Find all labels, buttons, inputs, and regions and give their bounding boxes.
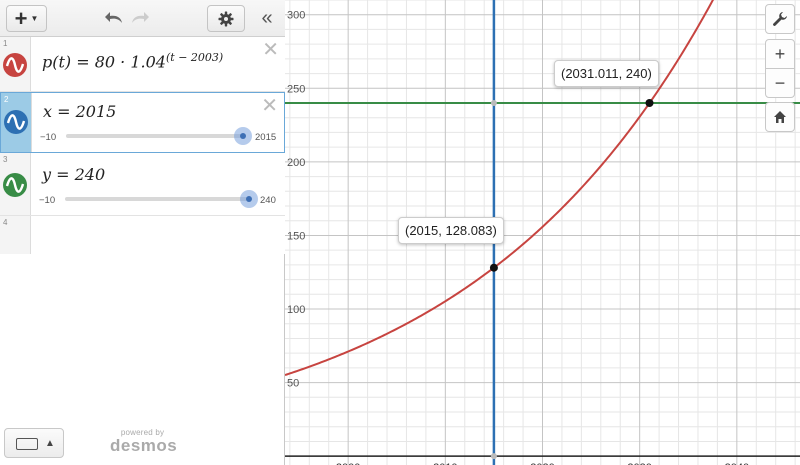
expression-row-3[interactable]: 3 y = 240 −10 240 bbox=[0, 153, 285, 216]
zoom-out-button[interactable]: − bbox=[765, 68, 795, 98]
expression-panel: + ▼ « 1 p(t) = 80 · 1.04(t − 2003) ✕ 2 x… bbox=[0, 0, 285, 465]
default-viewport-button[interactable] bbox=[765, 102, 795, 132]
home-icon bbox=[774, 111, 786, 123]
add-item-button[interactable]: + ▼ bbox=[6, 5, 47, 32]
y-tick-label: 200 bbox=[287, 157, 305, 169]
curve-color-icon[interactable] bbox=[3, 53, 27, 77]
formula-base: p(t) = 80 · 1.04 bbox=[42, 52, 166, 72]
line-color-icon[interactable] bbox=[3, 173, 27, 197]
panel-toolbar: + ▼ « bbox=[0, 0, 285, 37]
point-label-intersection-2[interactable]: (2031.011, 240) bbox=[554, 60, 659, 87]
plus-icon: + bbox=[14, 5, 28, 31]
delete-expression-icon[interactable]: ✕ bbox=[262, 40, 279, 60]
expression-row-2[interactable]: 2 x = 2015 ✕ −10 2015 bbox=[0, 92, 285, 153]
settings-button[interactable] bbox=[207, 5, 245, 32]
expression-index: 3 bbox=[3, 155, 8, 164]
expression-index: 1 bbox=[3, 39, 8, 48]
caret-up-icon: ▲ bbox=[45, 438, 55, 449]
expression-row-4[interactable]: 4 bbox=[0, 216, 285, 254]
slider-max[interactable]: 2015 bbox=[255, 132, 276, 143]
expression-formula[interactable]: x = 2015 bbox=[43, 102, 116, 121]
expression-formula[interactable]: y = 240 bbox=[42, 165, 105, 184]
slider-min[interactable]: −10 bbox=[39, 195, 55, 206]
expression-formula[interactable]: p(t) = 80 · 1.04(t − 2003) bbox=[42, 51, 223, 71]
expression-index: 2 bbox=[4, 95, 9, 104]
y-tick-label: 250 bbox=[287, 83, 305, 95]
undo-icon[interactable] bbox=[104, 9, 126, 27]
keypad-toggle-button[interactable]: ▲ bbox=[4, 428, 64, 458]
zoom-in-button[interactable]: + bbox=[765, 39, 795, 69]
expression-row-1[interactable]: 1 p(t) = 80 · 1.04(t − 2003) ✕ bbox=[0, 37, 285, 92]
desmos-logo: desmos bbox=[110, 436, 178, 455]
slider-track[interactable] bbox=[66, 134, 244, 138]
intersection-point[interactable] bbox=[645, 99, 654, 108]
major-grid bbox=[285, 0, 800, 465]
axis-crossing-dot bbox=[490, 453, 497, 460]
line-color-icon[interactable] bbox=[4, 110, 28, 134]
y-tick-label: 150 bbox=[287, 230, 305, 242]
keyboard-icon bbox=[16, 438, 38, 450]
slider-track[interactable] bbox=[65, 197, 250, 201]
caret-down-icon: ▼ bbox=[30, 14, 39, 23]
graph-settings-button[interactable] bbox=[765, 4, 795, 34]
y-tick-label: 50 bbox=[287, 378, 299, 390]
slider-max[interactable]: 240 bbox=[260, 195, 276, 206]
y-tick-label: 100 bbox=[287, 304, 305, 316]
point-label-intersection-1[interactable]: (2015, 128.083) bbox=[398, 217, 504, 244]
y-tick-label: 300 bbox=[287, 10, 305, 22]
delete-expression-icon[interactable]: ✕ bbox=[261, 96, 278, 116]
intersection-point[interactable] bbox=[489, 263, 498, 272]
slider-handle[interactable] bbox=[234, 127, 252, 145]
slider-min[interactable]: −10 bbox=[40, 132, 56, 143]
graph-canvas[interactable]: 50100150200250300 20002010202020302040 bbox=[285, 0, 800, 465]
formula-exponent: (t − 2003) bbox=[165, 51, 224, 64]
wrench-icon bbox=[773, 12, 787, 26]
gear-icon bbox=[218, 11, 234, 26]
line-crossing-dot bbox=[490, 100, 497, 107]
powered-by-logo[interactable]: powered by desmos bbox=[110, 428, 178, 455]
expression-index: 4 bbox=[3, 218, 8, 227]
redo-icon[interactable] bbox=[128, 9, 150, 27]
collapse-panel-button[interactable]: « bbox=[257, 8, 277, 28]
exponential-curve[interactable] bbox=[285, 0, 742, 377]
slider-handle[interactable] bbox=[240, 190, 258, 208]
